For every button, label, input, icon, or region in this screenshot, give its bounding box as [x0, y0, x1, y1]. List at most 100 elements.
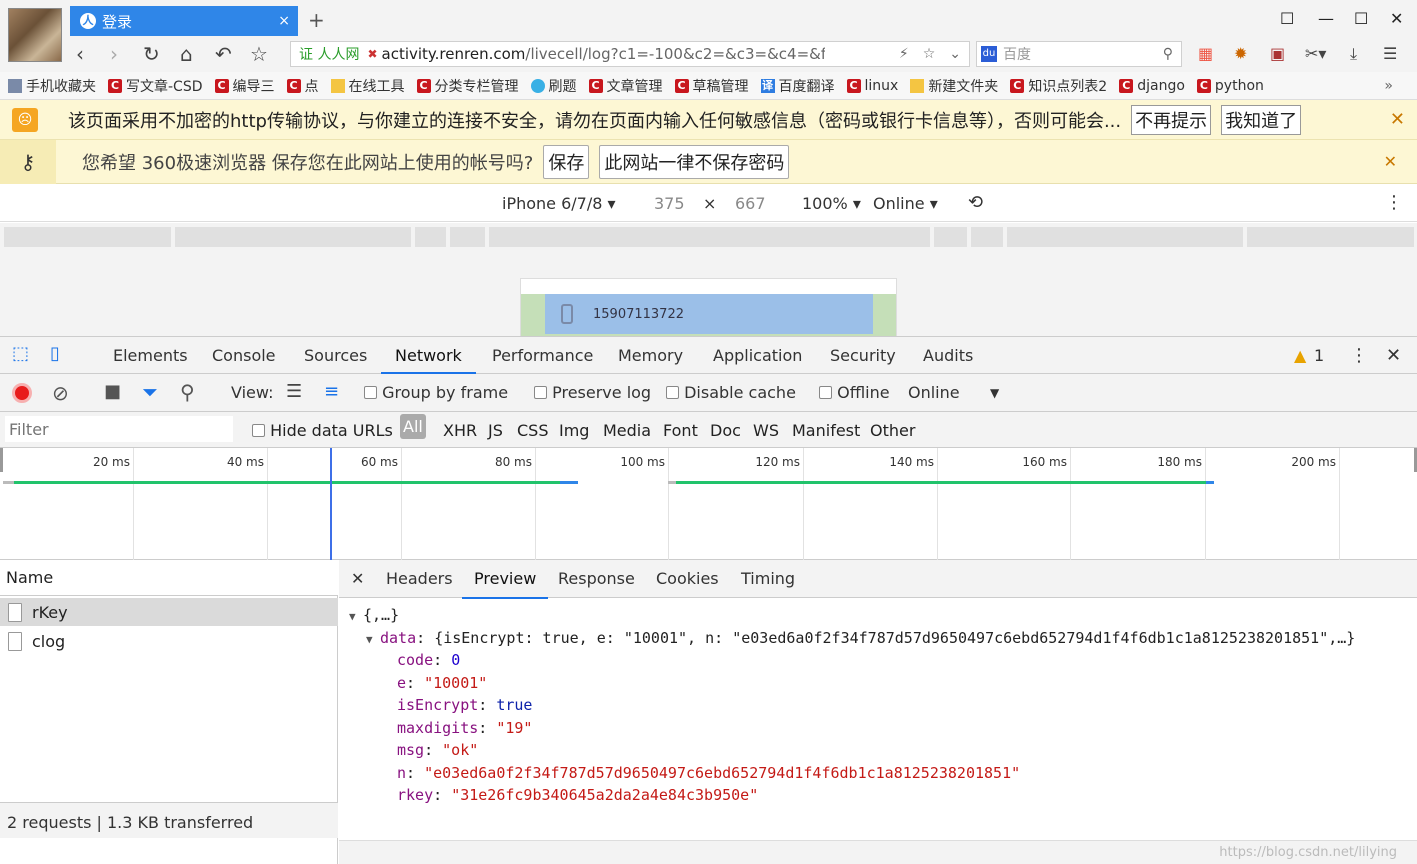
device-height-input[interactable]: 667 [735, 194, 766, 213]
filter-icon[interactable]: ⏷ [142, 380, 158, 404]
tab-network[interactable]: Network [381, 337, 476, 374]
never-save-button[interactable]: 此网站一律不保存密码 [599, 144, 790, 179]
media-query-segment[interactable] [4, 227, 171, 247]
search-box[interactable]: du 百度 ⚲ [976, 41, 1182, 67]
zoom-select[interactable]: 100% ▾ [802, 194, 861, 213]
maximize-icon[interactable]: ☐ [1354, 9, 1368, 28]
network-select[interactable]: Online ▾ [873, 194, 938, 213]
address-bar[interactable]: 证 人人网 ✖ activity.renren.com /livecell/lo… [290, 41, 970, 67]
extension-icon[interactable]: ▣ [1270, 42, 1285, 66]
throttling-dropdown-icon[interactable]: ▼ [990, 386, 999, 400]
detail-tab-timing[interactable]: Timing [741, 560, 795, 597]
bookmark-item[interactable]: C 知识点列表2 [1010, 76, 1107, 96]
warning-triangle-icon[interactable]: ▲ [1294, 337, 1306, 374]
forward-icon[interactable]: › [110, 42, 118, 66]
bookmark-item[interactable]: Clinux [846, 78, 898, 94]
insecure-icon[interactable]: ✖ [367, 47, 377, 61]
bookmark-item[interactable]: 新建文件夹 [910, 76, 998, 96]
site-cert-badge[interactable]: 证 人人网 [299, 44, 359, 64]
filter-type-js[interactable]: JS [488, 421, 503, 440]
bookmark-item[interactable]: 刷题 [530, 76, 577, 96]
filter-type-xhr[interactable]: XHR [443, 421, 477, 440]
name-column-header[interactable]: Name [0, 560, 338, 596]
detail-tab-cookies[interactable]: Cookies [656, 560, 719, 597]
clear-icon[interactable]: ⊘ [52, 381, 69, 405]
save-password-button[interactable]: 保存 [543, 144, 590, 179]
tab-application[interactable]: Application [713, 337, 802, 374]
hide-data-urls-checkbox[interactable]: Hide data URLs [252, 421, 393, 440]
offline-checkbox[interactable]: Offline [819, 383, 890, 402]
hide-data-urls-box[interactable] [252, 424, 265, 437]
menu-icon[interactable]: ☰ [1383, 42, 1397, 66]
media-query-segment[interactable] [415, 227, 446, 247]
bookmark-item[interactable]: C点 [286, 76, 319, 96]
detail-tab-headers[interactable]: Headers [386, 560, 453, 597]
disable-cache-box[interactable] [666, 386, 679, 399]
request-row[interactable]: rKey [0, 598, 338, 626]
json-data-row[interactable]: ▼ data: {isEncrypt: true, e: "10001", n: … [366, 627, 1355, 652]
bookmark-item[interactable]: C 分类专栏管理 [416, 76, 519, 96]
detail-close-icon[interactable]: ✕ [351, 560, 364, 597]
bookmark-item[interactable]: C 编导三 [214, 76, 275, 96]
request-row[interactable]: clog [0, 627, 338, 655]
undo-close-icon[interactable]: ↶ [215, 42, 232, 66]
media-query-segment[interactable] [934, 227, 967, 247]
tab-close-icon[interactable]: × [278, 13, 290, 29]
json-root-row[interactable]: ▼ {,…} [349, 604, 399, 629]
acknowledge-warning-button[interactable]: 我知道了 [1221, 104, 1302, 135]
minimize-icon[interactable]: — [1318, 9, 1334, 28]
bookmark-item[interactable]: C 草稿管理 [674, 76, 749, 96]
filter-type-font[interactable]: Font [663, 421, 698, 440]
tab-memory[interactable]: Memory [618, 337, 683, 374]
device-more-icon[interactable]: ⋮ [1385, 192, 1403, 213]
throttling-select[interactable]: Online [908, 383, 960, 402]
search-icon[interactable]: ⚲ [1163, 46, 1173, 62]
devtools-more-icon[interactable]: ⋮ [1350, 337, 1368, 374]
tab-performance[interactable]: Performance [492, 337, 593, 374]
record-icon[interactable] [12, 383, 32, 403]
list-view-icon[interactable]: ☰ [286, 381, 302, 402]
bug-icon[interactable]: ✹ [1234, 42, 1247, 66]
media-query-segment[interactable] [450, 227, 485, 247]
preserve-log-box[interactable] [534, 386, 547, 399]
url-dropdown-icon[interactable]: ⌄ [949, 46, 961, 62]
tab-sources[interactable]: Sources [304, 337, 367, 374]
dismiss-warning-button[interactable]: 不再提示 [1131, 104, 1212, 135]
phone-input-field[interactable]: 15907113722 [545, 294, 873, 334]
media-query-segment[interactable] [971, 227, 1003, 247]
network-timeline-overview[interactable]: 20 ms 40 ms 60 ms 80 ms 100 ms 120 ms 140 ms 16… [0, 448, 1417, 560]
bookmark-item[interactable]: C 写文章-CSD [108, 76, 203, 96]
download-icon[interactable]: ⤓ [1350, 42, 1357, 66]
tab-security[interactable]: Security [830, 337, 896, 374]
media-query-segment[interactable] [175, 227, 411, 247]
media-query-segment[interactable] [1007, 227, 1243, 247]
devtools-close-icon[interactable]: ✕ [1386, 337, 1401, 374]
back-icon[interactable]: ‹ [76, 42, 84, 66]
favorite-star-icon[interactable]: ☆ [250, 42, 268, 66]
skin-icon[interactable]: ☐ [1280, 9, 1294, 28]
filter-type-ws[interactable]: WS [753, 421, 779, 440]
bookmarks-overflow-icon[interactable]: » [1384, 78, 1393, 94]
window-close-icon[interactable]: ✕ [1390, 9, 1403, 28]
expand-triangle-icon[interactable]: ▼ [366, 629, 380, 652]
waterfall-view-icon[interactable]: ≡ [324, 381, 339, 402]
bookmark-item[interactable]: C 文章管理 [588, 76, 663, 96]
tab-elements[interactable]: Elements [113, 337, 188, 374]
preserve-log-checkbox[interactable]: Preserve log [534, 383, 651, 402]
media-query-segment[interactable] [489, 227, 930, 247]
filter-type-other[interactable]: Other [870, 421, 915, 440]
search-network-icon[interactable]: ⚲ [180, 380, 195, 404]
filter-input[interactable] [5, 416, 233, 442]
group-by-frame-box[interactable] [364, 386, 377, 399]
home-icon[interactable]: ⌂ [180, 42, 193, 66]
disable-cache-checkbox[interactable]: Disable cache [666, 383, 796, 402]
new-tab-icon[interactable]: + [308, 8, 325, 32]
filter-type-media[interactable]: Media [603, 421, 651, 440]
scissors-icon[interactable]: ✂▾ [1305, 42, 1326, 66]
rotate-icon[interactable]: ⟲ [968, 192, 983, 213]
filter-type-all[interactable]: All [400, 414, 426, 439]
bookmark-item[interactable]: 在线工具 [330, 76, 405, 96]
group-by-frame-checkbox[interactable]: Group by frame [364, 383, 508, 402]
user-avatar[interactable] [8, 8, 62, 62]
expand-triangle-icon[interactable]: ▼ [349, 606, 363, 629]
